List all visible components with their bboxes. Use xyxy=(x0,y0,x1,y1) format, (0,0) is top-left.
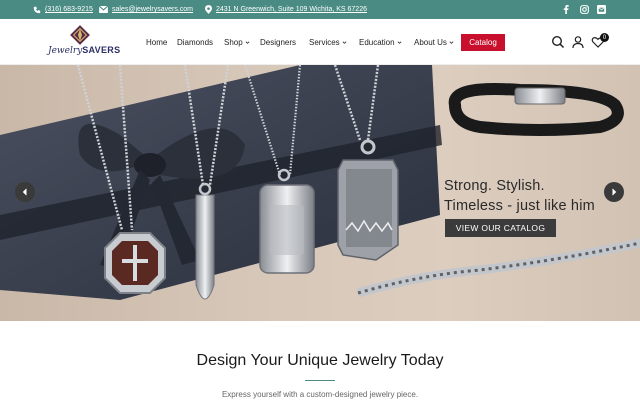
envelope-square-icon xyxy=(597,5,606,14)
email-link[interactable]: sales@jewelrysavers.com xyxy=(99,0,193,19)
diamond-logo-icon xyxy=(70,25,90,45)
chevron-down-icon xyxy=(449,41,454,44)
section-subtitle: Express yourself with a custom-designed … xyxy=(221,390,419,399)
map-pin-icon xyxy=(205,5,212,14)
address-link[interactable]: 2431 N Greenwich, Suite 109 Wichita, KS … xyxy=(205,0,367,19)
hero-headline: Strong. Stylish. Timeless - just like hi… xyxy=(444,176,595,216)
chevron-left-icon xyxy=(22,188,27,196)
hero-line-1: Strong. Stylish. xyxy=(444,178,545,194)
brand-bold: SAVERS xyxy=(82,45,121,55)
custom-design-section: Design Your Unique Jewelry Today Express… xyxy=(0,321,640,400)
carousel-next-button[interactable] xyxy=(604,182,624,202)
view-catalog-button[interactable]: VIEW OUR CATALOG xyxy=(445,219,556,237)
email-address: sales@jewelrysavers.com xyxy=(112,6,194,13)
wishlist-count-badge: 0 xyxy=(600,33,609,42)
carousel-prev-button[interactable] xyxy=(15,182,35,202)
email-social-link[interactable] xyxy=(597,0,606,19)
brand-logo[interactable] xyxy=(44,22,122,62)
nav-education[interactable]: Education xyxy=(359,38,402,47)
hero-line-2: Timeless - just like him xyxy=(444,198,595,214)
facebook-icon xyxy=(563,5,569,14)
site-header: JewelrySAVERS Home Diamonds Shop Designe… xyxy=(0,19,640,65)
nav-designers[interactable]: Designers xyxy=(260,38,296,47)
nav-education-label: Education xyxy=(359,38,395,47)
hero-banner: Strong. Stylish. Timeless - just like hi… xyxy=(0,65,640,321)
nav-shop-label: Shop xyxy=(224,38,243,47)
instagram-icon xyxy=(580,5,589,14)
phone-number: (316) 683-9215 xyxy=(45,6,93,13)
chevron-right-icon xyxy=(612,188,617,196)
section-title: Design Your Unique Jewelry Today xyxy=(196,352,444,369)
nav-diamonds[interactable]: Diamonds xyxy=(177,38,213,47)
mail-icon xyxy=(99,6,108,13)
catalog-button[interactable]: Catalog xyxy=(461,34,505,51)
brand-script: Jewelry xyxy=(48,46,83,56)
brand-wordmark: JewelrySAVERS xyxy=(48,45,120,56)
nav-services-label: Services xyxy=(309,38,340,47)
nav-designers-label: Designers xyxy=(260,38,297,47)
nav-home-label: Home xyxy=(146,38,168,47)
nav-services[interactable]: Services xyxy=(309,38,347,47)
chevron-down-icon xyxy=(342,41,347,44)
facebook-link[interactable] xyxy=(563,0,569,19)
title-divider xyxy=(305,380,335,381)
nav-home[interactable]: Home xyxy=(146,38,167,47)
store-address: 2431 N Greenwich, Suite 109 Wichita, KS … xyxy=(216,6,367,13)
nav-diamonds-label: Diamonds xyxy=(177,38,214,47)
search-icon[interactable] xyxy=(551,35,565,49)
top-info-bar: (316) 683-9215 sales@jewelrysavers.com 2… xyxy=(0,0,640,19)
nav-shop[interactable]: Shop xyxy=(224,38,250,47)
nav-about-us-label: About Us xyxy=(414,38,447,47)
user-icon[interactable] xyxy=(571,35,585,49)
chevron-down-icon xyxy=(245,41,250,44)
nav-about-us[interactable]: About Us xyxy=(414,38,454,47)
chevron-down-icon xyxy=(397,41,402,44)
instagram-link[interactable] xyxy=(580,0,589,19)
phone-icon xyxy=(33,6,41,13)
phone-link[interactable]: (316) 683-9215 xyxy=(33,0,93,19)
